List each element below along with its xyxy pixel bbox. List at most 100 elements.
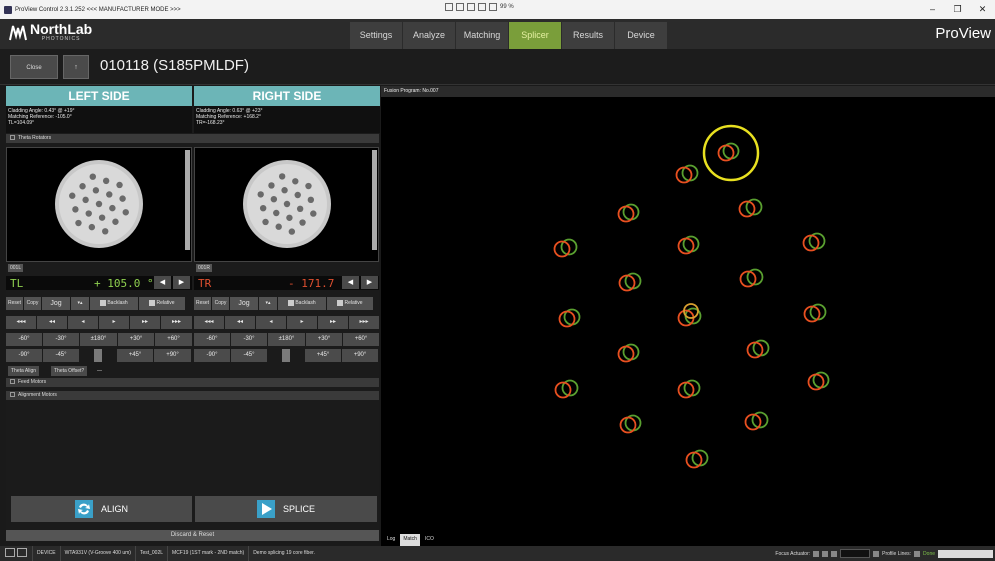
tab-results[interactable]: Results [562,22,614,49]
focus-r-icon[interactable] [822,550,829,557]
right-step-fwd-3[interactable]: ▸▸▸ [349,316,379,329]
left-step-fwd-1[interactable]: ▸ [99,316,129,329]
focus-toggle-icon[interactable] [813,550,820,557]
status-bar: DEVICE WTA931V (V-Groove 400 um) Test_00… [0,546,995,561]
focus-c-icon[interactable] [831,550,838,557]
right-angle-button[interactable]: -90° [194,349,230,362]
tray-icon-4[interactable] [478,3,486,11]
left-angle-button[interactable]: -45° [43,349,79,362]
up-button[interactable]: ↑ [63,55,89,79]
right-step-back-3[interactable]: ◂◂◂ [194,316,224,329]
tab-settings[interactable]: Settings [350,22,402,49]
focus-value-field[interactable] [840,549,871,558]
right-reset-button[interactable]: Reset [194,297,211,310]
right-angle-button[interactable]: -60° [194,333,230,346]
tab-match[interactable]: Match [400,534,420,546]
right-angle-button[interactable]: +45° [305,349,341,362]
right-step-back-1[interactable]: ◂ [256,316,286,329]
left-angle-button[interactable]: ±180° [80,333,117,346]
right-angle-button[interactable]: +30° [306,333,342,346]
right-angle-readout: TR - 171.7 ° ◀ ▶ [194,276,379,290]
left-angle-button[interactable]: -60° [6,333,42,346]
tab-ico[interactable]: ICO [422,534,437,546]
tab-theta-align[interactable]: Theta Align [8,366,40,376]
left-jog-button[interactable]: Jog [42,297,70,310]
tab-analyze[interactable]: Analyze [403,22,455,49]
right-backlash-toggle[interactable]: Backlash [278,297,326,310]
checkbox-icon [337,299,344,306]
right-jog-button[interactable]: Jog [230,297,258,310]
left-step-fwd-2[interactable]: ▸▸ [130,316,160,329]
left-rotate-cw-button[interactable]: ▶ [173,276,190,289]
profile-lines-toggle[interactable] [914,550,921,557]
relative-label: Relative [344,300,363,306]
left-angle-button[interactable]: +90° [154,349,191,362]
discard-reset-button[interactable]: Discard & Reset [6,530,379,541]
tray-icon-5[interactable] [489,3,497,11]
status-message: Demo splicing 19 core fiber. [253,550,315,556]
tray-icon-3[interactable] [467,3,475,11]
right-angle-button[interactable]: -45° [231,349,267,362]
right-rotate-ccw-button[interactable]: ◀ [342,276,359,289]
left-angle-readout: TL + 105.0 ° ◀ ▶ [6,276,192,290]
fiber-core [257,191,264,198]
left-angle-button[interactable]: +30° [118,333,154,346]
right-relative-toggle[interactable]: Relative [327,297,373,310]
tray-icon-2[interactable] [456,3,464,11]
right-angle-button[interactable]: ±180° [268,333,305,346]
right-jog-stepper[interactable]: ▾▴ [259,297,277,310]
right-axis-label: TR [198,277,212,290]
left-angle-button[interactable]: +45° [117,349,153,362]
tab-log[interactable]: Log [384,534,398,546]
left-angle-button[interactable]: -30° [43,333,79,346]
left-step-back-2[interactable]: ◂◂ [37,316,67,329]
right-copy-button[interactable]: Copy [212,297,229,310]
right-angle-button[interactable]: -30° [231,333,267,346]
left-copy-button[interactable]: Copy [24,297,41,310]
screenshot-icon[interactable] [17,548,27,558]
tab-theta-extra[interactable]: — [94,366,105,376]
status-device-label: DEVICE [33,546,61,561]
feed-motors-section[interactable]: Feed Motors [6,378,379,387]
right-angle-divider [282,349,290,362]
close-window-button[interactable]: ✕ [970,0,995,19]
app-icon [4,5,12,14]
left-rotate-ccw-button[interactable]: ◀ [154,276,171,289]
left-step-back-3[interactable]: ◂◂◂ [6,316,36,329]
right-rotate-cw-button[interactable]: ▶ [361,276,378,289]
tab-matching[interactable]: Matching [456,22,508,49]
camera-icon[interactable] [5,548,15,558]
left-control-row: Reset Copy Jog ▾▴ Backlash Relative [6,297,185,310]
left-cam-scrollbar[interactable] [185,150,190,250]
left-reset-button[interactable]: Reset [6,297,23,310]
right-angle-button[interactable]: +90° [342,349,378,362]
tab-splicer[interactable]: Splicer [509,22,561,49]
left-step-back-1[interactable]: ◂ [68,316,98,329]
tray-icon-1[interactable] [445,3,453,11]
focus-dropdown-icon[interactable] [873,550,880,557]
right-step-back-2[interactable]: ◂◂ [225,316,255,329]
align-button[interactable]: ALIGN [11,496,192,522]
left-jog-stepper[interactable]: ▾▴ [71,297,89,310]
right-step-fwd-2[interactable]: ▸▸ [318,316,348,329]
tab-theta-offset[interactable]: Theta Offset? [51,366,88,376]
maximize-button[interactable]: ❐ [945,0,970,19]
right-cam-scrollbar[interactable] [372,150,377,250]
highlight-marker [702,124,760,182]
left-backlash-toggle[interactable]: Backlash [90,297,138,310]
fiber-core [98,214,106,221]
alignment-motors-section[interactable]: Alignment Motors [6,391,379,400]
right-angle-button[interactable]: +60° [343,333,379,346]
play-icon [256,500,275,518]
left-step-fwd-3[interactable]: ▸▸▸ [161,316,192,329]
left-angle-button[interactable]: +60° [155,333,192,346]
close-button[interactable]: Close [10,55,58,79]
right-step-fwd-1[interactable]: ▸ [287,316,317,329]
tab-device[interactable]: Device [615,22,667,49]
minimize-button[interactable]: – [920,0,945,19]
theta-rotators-section[interactable]: Theta Rotators [6,134,379,143]
left-relative-toggle[interactable]: Relative [139,297,185,310]
left-angle-button[interactable]: -90° [6,349,42,362]
splice-button[interactable]: SPLICE [195,496,377,522]
fiber-core [85,210,92,217]
